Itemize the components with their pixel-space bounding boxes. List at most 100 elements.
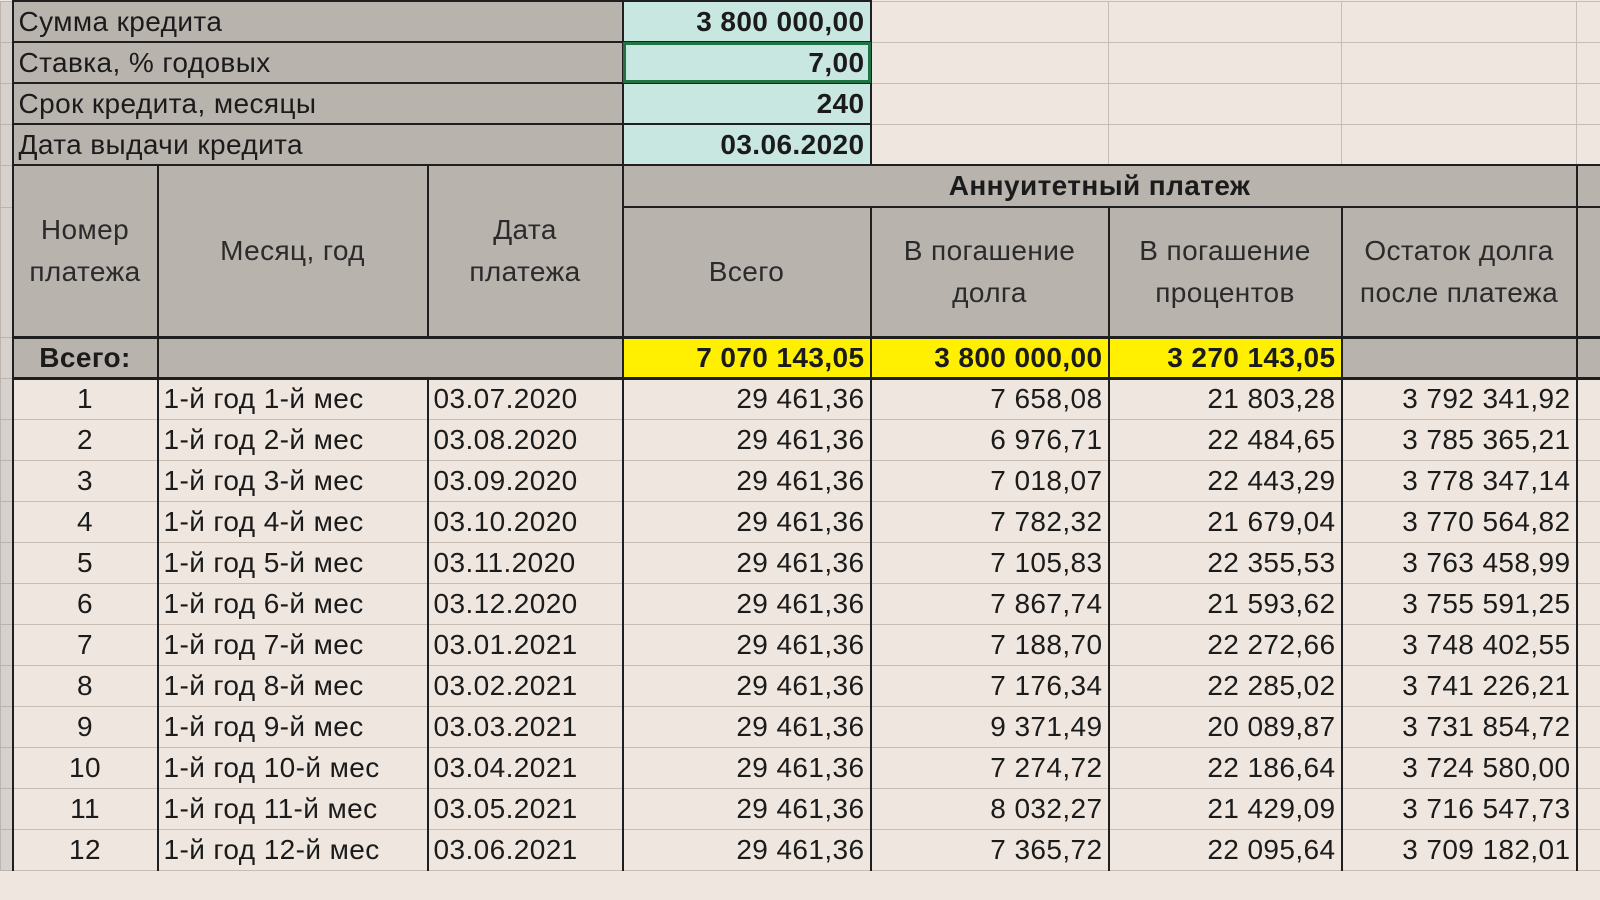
empty-cell[interactable]: [1341, 82, 1577, 125]
payment-date-cell[interactable]: 03.03.2021: [427, 705, 624, 748]
param-label-term[interactable]: Срок кредита, месяцы: [11, 82, 624, 125]
col-header-annuity-group[interactable]: Аннуитетный платеж: [621, 164, 1578, 208]
interest-cell[interactable]: 22 443,29: [1108, 459, 1343, 502]
edge-cell[interactable]: [1576, 828, 1600, 871]
balance-cell[interactable]: 3 731 854,72: [1341, 705, 1578, 748]
payment-date-cell[interactable]: 03.08.2020: [427, 418, 624, 461]
param-value-issue-date[interactable]: 03.06.2020: [621, 123, 872, 166]
payment-date-cell[interactable]: 03.02.2021: [427, 664, 624, 707]
principal-cell[interactable]: 9 371,49: [870, 705, 1110, 748]
totals-balance-empty[interactable]: [1341, 335, 1578, 380]
month-year-cell[interactable]: 1-й год 7-й мес: [157, 623, 429, 666]
edge-cell[interactable]: [1576, 500, 1600, 543]
principal-cell[interactable]: 7 105,83: [870, 541, 1110, 584]
empty-cell[interactable]: [1341, 0, 1577, 43]
month-year-cell[interactable]: 1-й год 8-й мес: [157, 664, 429, 707]
payment-date-cell[interactable]: 03.10.2020: [427, 500, 624, 543]
empty-cell[interactable]: [870, 41, 1109, 84]
edge-cell[interactable]: [1576, 664, 1600, 707]
empty-cell[interactable]: [1108, 123, 1342, 166]
col-header-edge[interactable]: [1575, 206, 1600, 338]
month-year-cell[interactable]: 1-й год 9-й мес: [157, 705, 429, 748]
empty-cell[interactable]: [870, 0, 1109, 43]
principal-cell[interactable]: 6 976,71: [870, 418, 1110, 461]
principal-cell[interactable]: 7 176,34: [870, 664, 1110, 707]
payment-number-cell[interactable]: 7: [11, 623, 159, 666]
principal-cell[interactable]: 7 658,08: [870, 377, 1110, 420]
month-year-cell[interactable]: 1-й год 10-й мес: [157, 746, 429, 789]
interest-cell[interactable]: 21 593,62: [1108, 582, 1343, 625]
param-label-issue-date[interactable]: Дата выдачи кредита: [11, 123, 624, 166]
col-header-principal[interactable]: В погашение долга: [869, 206, 1110, 338]
col-header-interest[interactable]: В погашение процентов: [1107, 206, 1343, 338]
balance-cell[interactable]: 3 741 226,21: [1341, 664, 1578, 707]
balance-cell[interactable]: 3 724 580,00: [1341, 746, 1578, 789]
interest-cell[interactable]: 20 089,87: [1108, 705, 1343, 748]
empty-cell[interactable]: [1108, 41, 1342, 84]
totals-edge[interactable]: [1576, 335, 1600, 380]
totals-empty-cell[interactable]: [157, 335, 624, 380]
empty-cell[interactable]: [1341, 123, 1577, 166]
interest-cell[interactable]: 22 285,02: [1108, 664, 1343, 707]
param-value-amount[interactable]: 3 800 000,00: [621, 0, 872, 43]
interest-cell[interactable]: 22 355,53: [1108, 541, 1343, 584]
payment-total-cell[interactable]: 29 461,36: [622, 623, 872, 666]
payment-total-cell[interactable]: 29 461,36: [622, 705, 872, 748]
balance-cell[interactable]: 3 763 458,99: [1341, 541, 1578, 584]
edge-cell[interactable]: [1576, 418, 1600, 461]
month-year-cell[interactable]: 1-й год 2-й мес: [157, 418, 429, 461]
param-label-rate[interactable]: Ставка, % годовых: [11, 41, 624, 84]
balance-cell[interactable]: 3 748 402,55: [1341, 623, 1578, 666]
col-header-edge[interactable]: [1575, 164, 1600, 208]
interest-cell[interactable]: 21 429,09: [1108, 787, 1343, 830]
principal-cell[interactable]: 8 032,27: [870, 787, 1110, 830]
empty-cell[interactable]: [1341, 41, 1577, 84]
payment-total-cell[interactable]: 29 461,36: [622, 582, 872, 625]
principal-cell[interactable]: 7 365,72: [870, 828, 1110, 871]
edge-cell[interactable]: [1576, 459, 1600, 502]
payment-number-cell[interactable]: 1: [11, 377, 159, 420]
principal-cell[interactable]: 7 018,07: [870, 459, 1110, 502]
payment-date-cell[interactable]: 03.05.2021: [427, 787, 624, 830]
payment-date-cell[interactable]: 03.07.2020: [427, 377, 624, 420]
edge-cell[interactable]: [1576, 623, 1600, 666]
payment-total-cell[interactable]: 29 461,36: [622, 787, 872, 830]
empty-cell[interactable]: [1576, 0, 1600, 43]
payment-number-cell[interactable]: 10: [11, 746, 159, 789]
edge-cell[interactable]: [1576, 746, 1600, 789]
empty-cell[interactable]: [1108, 82, 1342, 125]
balance-cell[interactable]: 3 709 182,01: [1341, 828, 1578, 871]
payment-date-cell[interactable]: 03.01.2021: [427, 623, 624, 666]
month-year-cell[interactable]: 1-й год 11-й мес: [157, 787, 429, 830]
interest-cell[interactable]: 22 272,66: [1108, 623, 1343, 666]
payment-number-cell[interactable]: 4: [11, 500, 159, 543]
balance-cell[interactable]: 3 755 591,25: [1341, 582, 1578, 625]
edge-cell[interactable]: [1576, 541, 1600, 584]
payment-date-cell[interactable]: 03.12.2020: [427, 582, 624, 625]
payment-number-cell[interactable]: 12: [11, 828, 159, 871]
totals-principal[interactable]: 3 800 000,00: [870, 335, 1110, 380]
principal-cell[interactable]: 7 782,32: [870, 500, 1110, 543]
payment-total-cell[interactable]: 29 461,36: [622, 746, 872, 789]
balance-cell[interactable]: 3 716 547,73: [1341, 787, 1578, 830]
empty-cell[interactable]: [1576, 41, 1600, 84]
payment-total-cell[interactable]: 29 461,36: [622, 418, 872, 461]
balance-cell[interactable]: 3 785 365,21: [1341, 418, 1578, 461]
payment-total-cell[interactable]: 29 461,36: [622, 377, 872, 420]
payment-total-cell[interactable]: 29 461,36: [622, 541, 872, 584]
interest-cell[interactable]: 22 095,64: [1108, 828, 1343, 871]
payment-date-cell[interactable]: 03.09.2020: [427, 459, 624, 502]
interest-cell[interactable]: 21 803,28: [1108, 377, 1343, 420]
interest-cell[interactable]: 22 186,64: [1108, 746, 1343, 789]
interest-cell[interactable]: 22 484,65: [1108, 418, 1343, 461]
empty-cell[interactable]: [1576, 123, 1600, 166]
totals-total[interactable]: 7 070 143,05: [622, 335, 872, 380]
col-header-payment-number[interactable]: Номер платежа: [11, 164, 159, 338]
col-header-balance[interactable]: Остаток долга после платежа: [1340, 206, 1578, 338]
edge-cell[interactable]: [1576, 787, 1600, 830]
col-header-month-year[interactable]: Месяц, год: [156, 164, 429, 338]
edge-cell[interactable]: [1576, 377, 1600, 420]
month-year-cell[interactable]: 1-й год 6-й мес: [157, 582, 429, 625]
principal-cell[interactable]: 7 867,74: [870, 582, 1110, 625]
payment-number-cell[interactable]: 3: [11, 459, 159, 502]
